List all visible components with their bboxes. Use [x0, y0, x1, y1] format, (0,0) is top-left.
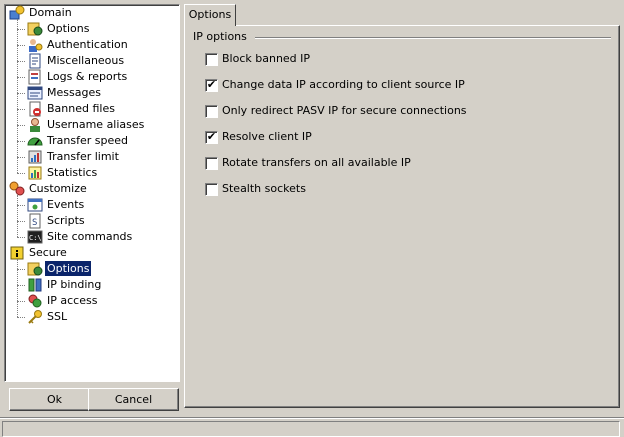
- tree-item-label: Banned files: [47, 102, 115, 115]
- tree-connector: [17, 259, 18, 317]
- cancel-button[interactable]: Cancel: [88, 388, 179, 411]
- tree-connector: [17, 317, 25, 318]
- checkbox-label: Stealth sockets: [222, 182, 306, 195]
- checkbox-label: Change data IP according to client sourc…: [222, 78, 465, 91]
- checkbox[interactable]: [205, 183, 218, 196]
- tree-item-label: Scripts: [47, 214, 85, 227]
- tab-options[interactable]: Options: [184, 4, 236, 26]
- message-icon: [27, 85, 43, 101]
- users-icon: [27, 37, 43, 53]
- status-pane: [2, 421, 620, 437]
- script-icon: S: [27, 213, 43, 229]
- tree-group-label: Secure: [29, 246, 67, 259]
- tree-connector: [17, 19, 18, 173]
- tree-item-label: Transfer speed: [47, 134, 128, 147]
- terminal-icon: C:\: [27, 229, 43, 245]
- tree-group-label: Domain: [29, 6, 72, 19]
- speedometer-icon: [27, 133, 43, 149]
- limit-icon: [27, 149, 43, 165]
- statistics-icon: [27, 165, 43, 181]
- tree-item-label: SSL: [47, 310, 68, 323]
- checkbox-label: Block banned IP: [222, 52, 311, 65]
- tree-connector: [17, 173, 25, 174]
- tree-item-label: Options: [43, 260, 93, 277]
- svg-text:S: S: [32, 218, 37, 228]
- tree-connector: [17, 125, 25, 126]
- checkbox-label: Only redirect PASV IP for secure connect…: [222, 104, 467, 117]
- tree-connector: [17, 45, 25, 46]
- tree-connector: [17, 93, 25, 94]
- tree-connector: [17, 195, 18, 237]
- checkbox[interactable]: ✔: [205, 79, 218, 92]
- options-icon: [27, 261, 43, 277]
- checkbox-label: Rotate transfers on all available IP: [222, 156, 411, 169]
- checkbox-label: Resolve client IP: [222, 130, 312, 143]
- tree-connector: [17, 285, 25, 286]
- tree-item-label: Options: [47, 22, 90, 35]
- tree-item-label: Username aliases: [47, 118, 145, 131]
- tree-connector: [17, 141, 25, 142]
- svg-text:C:\: C:\: [29, 234, 42, 242]
- checkbox[interactable]: ✔: [205, 131, 218, 144]
- tree-connector: [17, 221, 25, 222]
- options-tab-page: IP options Block banned IP ✔ Change data I…: [184, 25, 620, 408]
- tree-item-label: Events: [47, 198, 85, 211]
- options-icon: [27, 21, 43, 37]
- tree-connector: [17, 29, 25, 30]
- tree-item-label: Site commands: [47, 230, 133, 243]
- status-bar: [0, 417, 624, 437]
- user-alias-icon: [27, 117, 43, 133]
- ip-binding-icon: [27, 277, 43, 293]
- events-icon: [27, 197, 43, 213]
- tree-connector: [17, 205, 25, 206]
- tree-connector: [17, 237, 25, 238]
- tree-connector: [17, 157, 25, 158]
- document-icon: [27, 53, 43, 69]
- tree-item-label: IP access: [47, 294, 98, 307]
- tree-connector: [17, 109, 25, 110]
- key-icon: [27, 309, 43, 325]
- tree-group-label: Customize: [29, 182, 87, 195]
- tree-item-label: Transfer limit: [47, 150, 119, 163]
- tree-item-label: Miscellaneous: [47, 54, 125, 67]
- group-divider: [255, 37, 611, 39]
- tree-connector: [17, 301, 25, 302]
- settings-tree[interactable]: Domain Options Authentication Miscellaneous…: [4, 4, 180, 382]
- banned-file-icon: [27, 101, 43, 117]
- tree-connector: [17, 61, 25, 62]
- log-icon: [27, 69, 43, 85]
- tree-item-label: Statistics: [47, 166, 98, 179]
- group-title: IP options: [193, 30, 251, 43]
- tree-item-label: Authentication: [47, 38, 128, 51]
- checkbox[interactable]: [205, 157, 218, 170]
- checkbox[interactable]: [205, 105, 218, 118]
- tree-item-label: IP binding: [47, 278, 102, 291]
- tree-connector: [17, 77, 25, 78]
- checkbox[interactable]: [205, 53, 218, 66]
- ip-access-icon: [27, 293, 43, 309]
- tree-item-label: Messages: [47, 86, 101, 99]
- tree-item-label: Logs & reports: [47, 70, 128, 83]
- tree-connector: [17, 269, 25, 270]
- ok-button[interactable]: Ok: [9, 388, 100, 411]
